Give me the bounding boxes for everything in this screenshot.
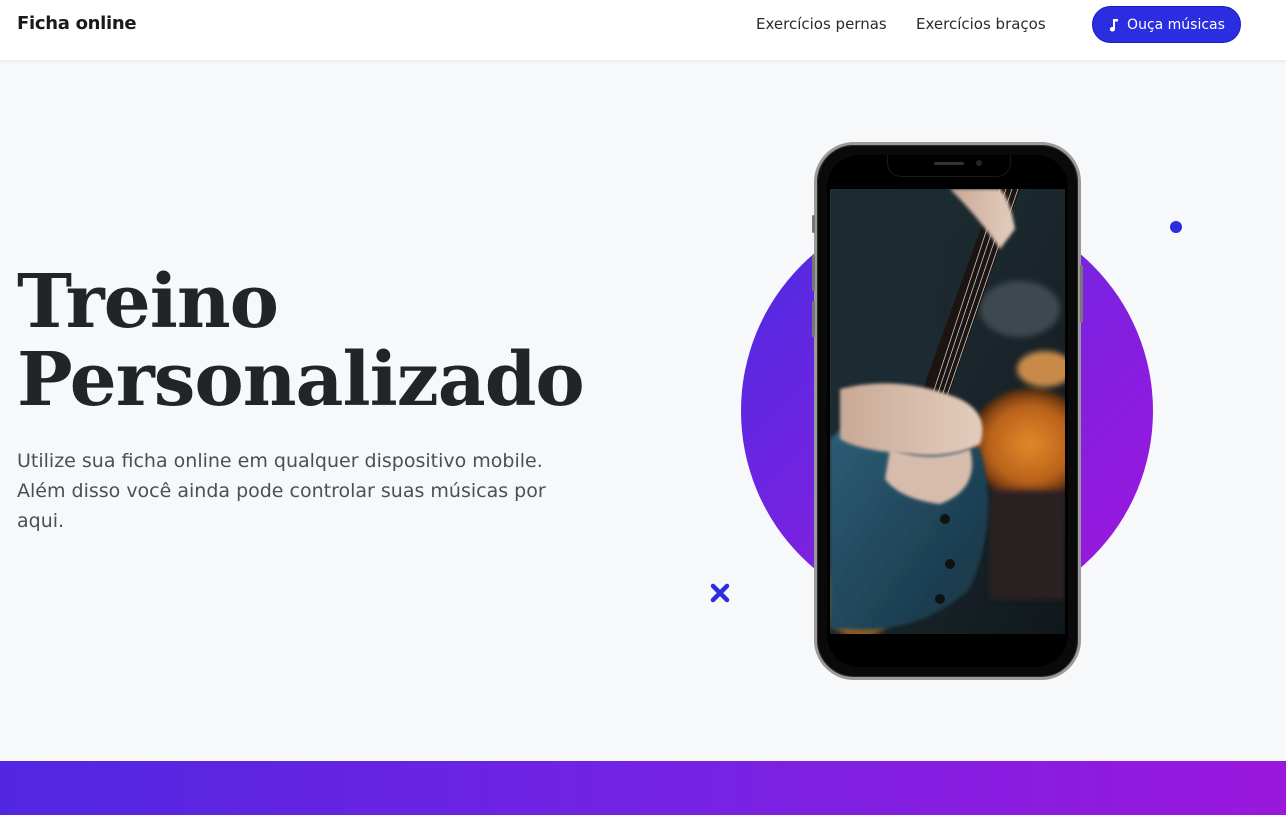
phone-notch <box>887 155 1011 177</box>
guitar-photo <box>830 189 1065 634</box>
phone-mockup <box>812 142 1083 680</box>
dot-decoration <box>1170 221 1182 233</box>
nav-link-leg-exercises[interactable]: Exercícios pernas <box>756 15 887 33</box>
phone-speaker <box>934 162 964 165</box>
navbar: Ficha online Exercícios pernas Exercício… <box>0 0 1286 60</box>
phone-camera <box>976 160 982 166</box>
nav-link-arm-exercises[interactable]: Exercícios braços <box>916 15 1046 33</box>
phone-display <box>827 155 1068 667</box>
hero-title: Treino Personalizado <box>17 263 617 419</box>
bottom-gradient-section <box>0 761 1286 815</box>
listen-music-label: Ouça músicas <box>1127 16 1225 33</box>
listen-music-button[interactable]: Ouça músicas <box>1092 6 1241 43</box>
phone-volume-up-button <box>812 255 815 291</box>
phone-volume-down-button <box>812 301 815 337</box>
hero-title-line-1: Treino <box>17 259 279 345</box>
music-note-icon <box>1109 18 1119 32</box>
cross-decoration-icon <box>710 583 730 603</box>
brand-logo[interactable]: Ficha online <box>17 13 137 34</box>
hero-title-line-2: Personalizado <box>17 337 585 423</box>
phone-power-button <box>1080 265 1083 323</box>
phone-mute-switch <box>812 215 815 233</box>
hero-description: Utilize sua ficha online em qualquer dis… <box>17 450 546 532</box>
